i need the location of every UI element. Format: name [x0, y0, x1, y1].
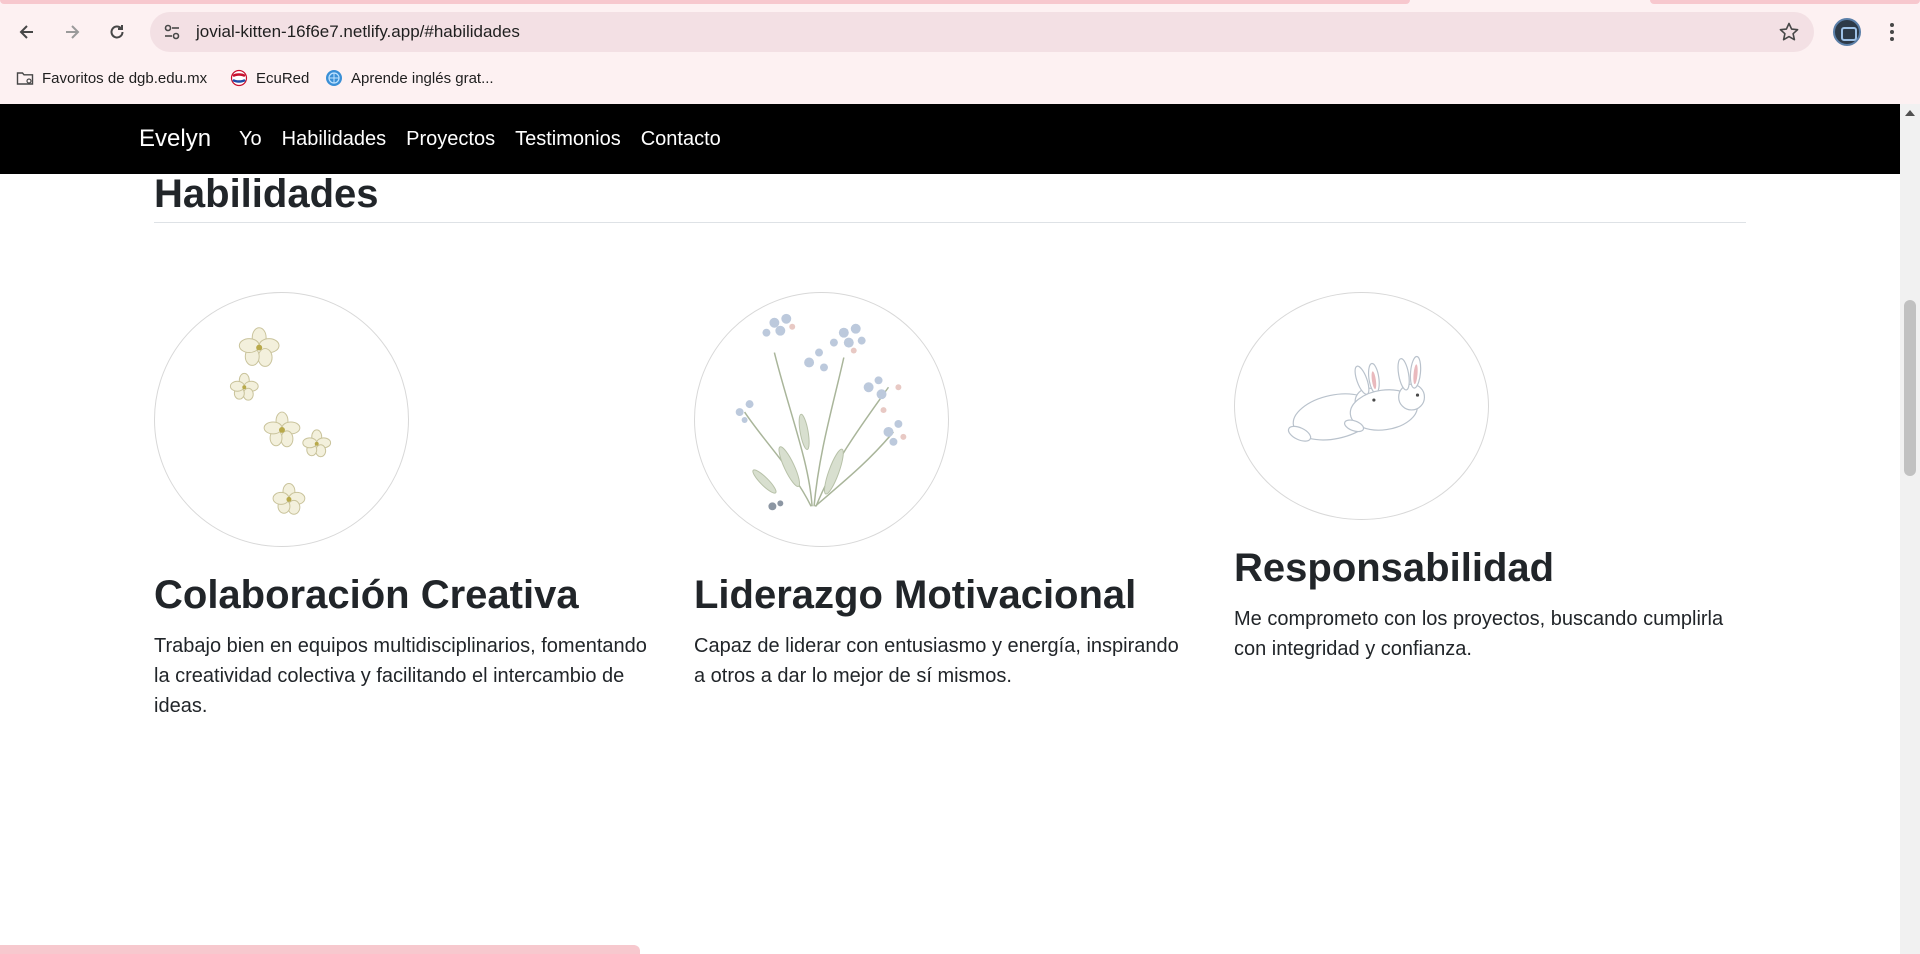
skill-description: Me comprometo con los proyectos, buscand…	[1234, 608, 1724, 660]
scrollbar-thumb[interactable]	[1904, 300, 1916, 476]
profile-avatar[interactable]	[1833, 18, 1861, 46]
tab-indicator[interactable]	[1650, 0, 1920, 4]
browser-menu-button[interactable]	[1878, 18, 1906, 46]
skill-description: Trabajo bien en equipos multidisciplinar…	[154, 635, 647, 717]
arrow-right-icon	[66, 25, 80, 39]
skill-card-responsabilidad: Responsabilidad Me comprometo con los pr…	[1234, 292, 1734, 664]
dot-icon	[1890, 23, 1894, 27]
url-text[interactable]: jovial-kitten-16f6e7.netlify.app/#habili…	[196, 22, 520, 42]
section-divider	[154, 222, 1746, 223]
section-title: Habilidades	[154, 172, 379, 216]
back-button[interactable]	[9, 14, 45, 50]
folder-icon	[16, 72, 34, 85]
nav-link-proyectos[interactable]: Proyectos	[406, 124, 495, 154]
skill-card-colaboracion: Colaboración Creativa Trabajo bien en eq…	[154, 292, 654, 721]
dot-icon	[1890, 37, 1894, 41]
bookmark-label: Aprende inglés grat...	[351, 69, 494, 87]
nav-link-habilidades[interactable]: Habilidades	[282, 124, 387, 154]
bookmarks-bar: Favoritos de dgb.edu.mx EcuRed Aprende i…	[0, 64, 1920, 92]
reload-icon	[110, 25, 124, 39]
skill-title: Liderazgo Motivacional	[694, 573, 1137, 617]
bookmark-ecured[interactable]: EcuRed	[230, 64, 309, 92]
active-tab-indicator[interactable]	[0, 0, 1410, 4]
nav-link-testimonios[interactable]: Testimonios	[515, 124, 621, 154]
skill-description: Capaz de liderar con entusiasmo y energí…	[694, 635, 1179, 687]
globe-icon	[326, 70, 342, 86]
browser-chrome: jovial-kitten-16f6e7.netlify.app/#habili…	[0, 0, 1920, 104]
arrow-left-icon	[19, 25, 33, 39]
nav-link-contacto[interactable]: Contacto	[641, 124, 721, 154]
bookmark-dgb[interactable]: Favoritos de dgb.edu.mx	[16, 64, 207, 92]
reload-button[interactable]	[99, 14, 135, 50]
white-blossoms-image	[154, 292, 409, 547]
ecured-icon	[230, 69, 248, 87]
bookmark-label: Favoritos de dgb.edu.mx	[42, 69, 208, 87]
bookmark-aprende-ingles[interactable]: Aprende inglés grat...	[325, 64, 494, 92]
white-rabbits-image	[1234, 292, 1489, 520]
skill-title: Responsabilidad	[1234, 546, 1555, 590]
bookmark-label: EcuRed	[256, 69, 310, 87]
bookmark-star-icon[interactable]	[1778, 21, 1800, 43]
site-navbar: Evelyn Yo Habilidades Proyectos Testimon…	[0, 104, 1900, 174]
skill-title: Colaboración Creativa	[154, 573, 579, 617]
bottom-accent-bar	[0, 945, 640, 954]
page-scrollbar[interactable]	[1900, 104, 1920, 954]
page-viewport: Evelyn Yo Habilidades Proyectos Testimon…	[0, 104, 1900, 954]
nav-link-yo[interactable]: Yo	[239, 124, 262, 154]
site-settings-icon[interactable]	[162, 22, 182, 42]
site-brand-link[interactable]: Evelyn	[139, 122, 211, 156]
address-bar[interactable]: jovial-kitten-16f6e7.netlify.app/#habili…	[150, 12, 1814, 52]
scroll-up-arrow-icon[interactable]	[1905, 110, 1915, 116]
nav-links: Yo Habilidades Proyectos Testimonios Con…	[239, 124, 721, 154]
tab-strip	[0, 0, 1920, 4]
skill-card-liderazgo: Liderazgo Motivacional Capaz de liderar …	[694, 292, 1194, 691]
wildflower-bouquet-image	[694, 292, 949, 547]
dot-icon	[1890, 30, 1894, 34]
forward-button[interactable]	[54, 14, 90, 50]
